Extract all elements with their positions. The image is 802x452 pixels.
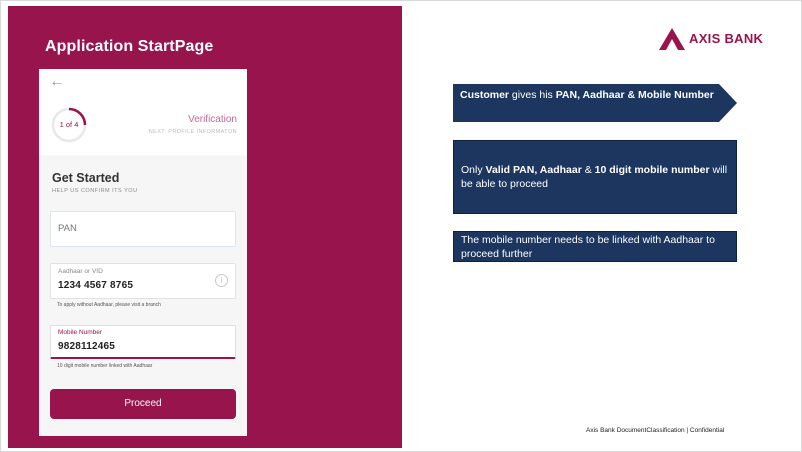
mobile-value: 9828112465 xyxy=(58,341,116,352)
footer-classification: Axis Bank DocumentClassification | Confi… xyxy=(586,427,725,434)
callout-1-text: Customer gives his PAN, Aadhaar & Mobile… xyxy=(460,88,722,102)
axis-bank-logo-icon xyxy=(659,28,685,50)
callout-1-part-a: Customer xyxy=(460,89,510,101)
slide-title: Application StartPage xyxy=(45,38,214,55)
mobile-label: Mobile Number xyxy=(58,329,103,336)
callout-3-text: The mobile number needs to be linked wit… xyxy=(461,234,715,260)
aadhaar-hint: To apply without Aadhaar, please visit a… xyxy=(57,302,161,308)
callout-1-part-b: gives his xyxy=(509,89,556,101)
back-arrow-icon[interactable]: ← xyxy=(49,73,65,91)
aadhaar-value: 1234 4567 8765 xyxy=(58,280,134,291)
aadhaar-label: Aadhaar or VID xyxy=(58,268,103,275)
phone-form: Get Started HELP US CONFIRM ITS YOU PAN … xyxy=(39,155,247,436)
form-subheading: HELP US CONFIRM ITS YOU xyxy=(52,188,138,194)
step-next: NEXT: PROFILE INFORMATON xyxy=(148,129,237,135)
step-title: Verification xyxy=(188,114,237,125)
logo-text: AXIS BANK xyxy=(689,31,764,46)
pan-placeholder: PAN xyxy=(58,223,77,234)
form-heading: Get Started xyxy=(52,171,120,185)
callout-1-part-c: PAN, Aadhaar & Mobile Number xyxy=(555,89,714,101)
pan-input[interactable]: PAN xyxy=(50,211,236,247)
aadhaar-input[interactable]: Aadhaar or VID 1234 4567 8765 i xyxy=(50,263,236,299)
phone-header: ← 1 of 4 Verification NEXT: PROFILE INFO… xyxy=(39,69,247,155)
callout-2-part-d: 10 digit mobile number xyxy=(594,164,710,176)
axis-bank-logo: AXIS BANK xyxy=(659,28,769,52)
callout-2-part-c: & xyxy=(581,164,595,176)
progress-ring: 1 of 4 xyxy=(50,106,88,149)
callout-customer-details: Customer gives his PAN, Aadhaar & Mobile… xyxy=(453,84,737,122)
callout-validation: Only Valid PAN, Aadhaar & 10 digit mobil… xyxy=(453,140,737,214)
proceed-button[interactable]: Proceed xyxy=(50,389,236,419)
progress-label: 1 of 4 xyxy=(59,120,79,129)
info-icon[interactable]: i xyxy=(215,274,228,287)
callout-2-part-b: Valid PAN, Aadhaar xyxy=(485,164,582,176)
callout-2-text: Only Valid PAN, Aadhaar & 10 digit mobil… xyxy=(461,163,729,191)
callout-2-part-a: Only xyxy=(461,164,486,176)
phone-screen: ← 1 of 4 Verification NEXT: PROFILE INFO… xyxy=(39,69,247,436)
mobile-number-input[interactable]: Mobile Number 9828112465 xyxy=(50,325,236,359)
mobile-hint: 10 digit mobile number linked with Aadha… xyxy=(57,363,153,369)
callout-mobile-linked: The mobile number needs to be linked wit… xyxy=(453,231,737,262)
